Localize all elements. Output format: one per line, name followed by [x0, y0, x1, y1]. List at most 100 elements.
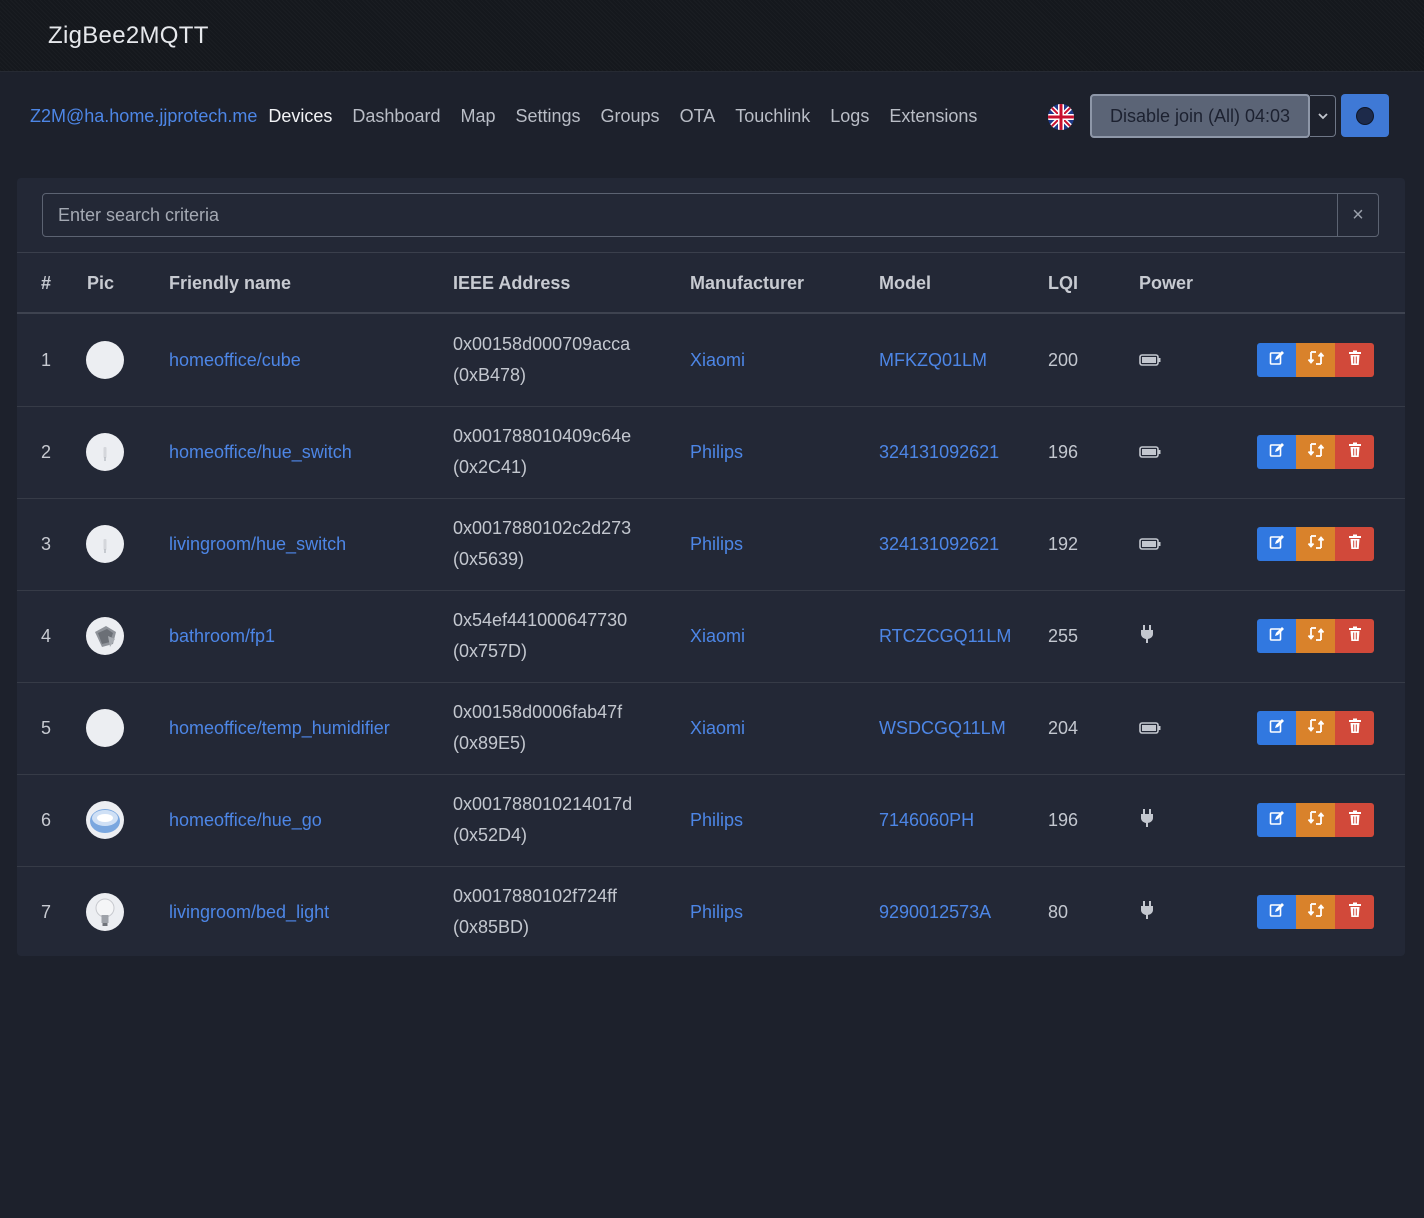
plug-icon: [1139, 624, 1155, 649]
model-link[interactable]: WSDCGQ11LM: [879, 682, 1006, 774]
disable-join-button[interactable]: Disable join (All) 04:03: [1090, 94, 1310, 138]
power-source: [1139, 314, 1161, 406]
theme-dot-icon: [1356, 106, 1374, 125]
manufacturer-link[interactable]: Philips: [690, 406, 743, 498]
manufacturer-link[interactable]: Philips: [690, 774, 743, 866]
rename-button[interactable]: [1257, 711, 1296, 745]
nav-map[interactable]: Map: [460, 106, 495, 127]
model-link[interactable]: RTCZCGQ11LM: [879, 590, 1011, 682]
network-address: (0x85BD): [453, 917, 530, 937]
friendly-name-link[interactable]: homeoffice/temp_humidifier: [169, 682, 390, 774]
nav-dashboard[interactable]: Dashboard: [352, 106, 440, 127]
device-picture: [86, 314, 124, 406]
remove-button[interactable]: [1335, 527, 1374, 561]
table-row: 2 homeoffice/hue_switch 0x001788010409c64e…: [17, 406, 1405, 498]
edit-icon: [1269, 902, 1285, 923]
rename-button[interactable]: [1257, 343, 1296, 377]
language-flag-icon[interactable]: [1048, 104, 1074, 130]
ieee-address: 0x0017880102c2d273 (0x5639): [453, 498, 631, 590]
reconfigure-button[interactable]: [1296, 803, 1335, 837]
manufacturer-link[interactable]: Xiaomi: [690, 682, 745, 774]
lqi-value: 255: [1048, 625, 1079, 646]
friendly-name-link[interactable]: homeoffice/hue_switch: [169, 406, 352, 498]
friendly-name-link[interactable]: livingroom/bed_light: [169, 866, 329, 958]
reconfigure-button[interactable]: [1296, 895, 1335, 929]
col-header-model[interactable]: Model: [879, 273, 931, 294]
manufacturer-link[interactable]: Xiaomi: [690, 314, 745, 406]
remove-button[interactable]: [1335, 435, 1374, 469]
lqi-value: 204: [1048, 717, 1079, 738]
theme-toggle-button[interactable]: [1341, 94, 1389, 137]
rename-button[interactable]: [1257, 895, 1296, 929]
nav-settings[interactable]: Settings: [515, 106, 580, 127]
col-header-power[interactable]: Power: [1139, 273, 1193, 294]
col-header-num[interactable]: #: [41, 273, 51, 294]
network-address: (0x757D): [453, 641, 528, 661]
search-input[interactable]: [43, 194, 1337, 236]
join-dropdown-toggle[interactable]: [1310, 95, 1336, 137]
refresh-icon: [1307, 534, 1325, 555]
model-link[interactable]: 9290012573A: [879, 866, 991, 958]
clear-search-button[interactable]: ×: [1337, 194, 1378, 236]
friendly-name-link[interactable]: homeoffice/cube: [169, 314, 301, 406]
nav-devices[interactable]: Devices: [268, 106, 332, 127]
rename-button[interactable]: [1257, 527, 1296, 561]
col-header-friendly-name[interactable]: Friendly name: [169, 273, 291, 294]
edit-icon: [1269, 810, 1285, 831]
lqi-value: 196: [1048, 441, 1079, 462]
remove-button[interactable]: [1335, 895, 1374, 929]
nav-groups[interactable]: Groups: [601, 106, 660, 127]
reconfigure-button[interactable]: [1296, 435, 1335, 469]
col-header-lqi[interactable]: LQI: [1048, 273, 1078, 294]
row-actions: [1257, 774, 1374, 866]
row-index: 3: [41, 533, 52, 554]
remove-button[interactable]: [1335, 619, 1374, 653]
remove-button[interactable]: [1335, 343, 1374, 377]
model-link[interactable]: 324131092621: [879, 498, 999, 590]
device-picture: [86, 498, 124, 590]
nav-ota[interactable]: OTA: [680, 106, 716, 127]
trash-icon: [1348, 442, 1362, 463]
manufacturer-link[interactable]: Philips: [690, 498, 743, 590]
power-source: [1139, 866, 1155, 958]
friendly-name-link[interactable]: homeoffice/hue_go: [169, 774, 322, 866]
device-image: [86, 709, 124, 747]
trash-icon: [1348, 350, 1362, 371]
nav-touchlink[interactable]: Touchlink: [735, 106, 810, 127]
row-actions: [1257, 498, 1374, 590]
reconfigure-button[interactable]: [1296, 711, 1335, 745]
col-header-pic[interactable]: Pic: [87, 273, 114, 294]
remove-button[interactable]: [1335, 803, 1374, 837]
col-header-manufacturer[interactable]: Manufacturer: [690, 273, 804, 294]
model-link[interactable]: MFKZQ01LM: [879, 314, 987, 406]
reconfigure-button[interactable]: [1296, 343, 1335, 377]
nav-logs[interactable]: Logs: [830, 106, 869, 127]
device-image: [86, 341, 124, 379]
trash-icon: [1348, 626, 1362, 647]
rename-button[interactable]: [1257, 803, 1296, 837]
reconfigure-button[interactable]: [1296, 527, 1335, 561]
friendly-name-link[interactable]: livingroom/hue_switch: [169, 498, 346, 590]
rename-button[interactable]: [1257, 435, 1296, 469]
device-picture: [86, 774, 124, 866]
ieee-address: 0x001788010409c64e (0x2C41): [453, 406, 631, 498]
friendly-name-link[interactable]: bathroom/fp1: [169, 590, 275, 682]
remove-button[interactable]: [1335, 711, 1374, 745]
rename-button[interactable]: [1257, 619, 1296, 653]
ieee-address: 0x001788010214017d (0x52D4): [453, 774, 632, 866]
trash-icon: [1348, 902, 1362, 923]
device-image: [86, 893, 124, 931]
ieee-value: 0x001788010214017d: [453, 794, 633, 814]
trash-icon: [1348, 718, 1362, 739]
model-link[interactable]: 324131092621: [879, 406, 999, 498]
manufacturer-link[interactable]: Xiaomi: [690, 590, 745, 682]
nav-extensions[interactable]: Extensions: [889, 106, 977, 127]
row-index: 5: [41, 717, 52, 738]
model-link[interactable]: 7146060PH: [879, 774, 974, 866]
brand-link[interactable]: Z2M@ha.home.jjprotech.me: [30, 106, 257, 127]
refresh-icon: [1307, 350, 1325, 371]
manufacturer-link[interactable]: Philips: [690, 866, 743, 958]
ieee-address: 0x00158d0006fab47f (0x89E5): [453, 682, 622, 774]
reconfigure-button[interactable]: [1296, 619, 1335, 653]
col-header-ieee[interactable]: IEEE Address: [453, 273, 570, 294]
